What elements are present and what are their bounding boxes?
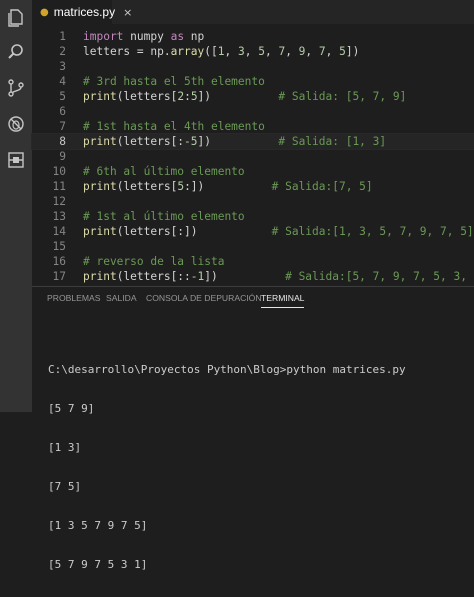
code-text: # 6th al último elemento [83,165,245,178]
code-text: # 1st hasta el 4th elemento [83,120,265,133]
line-number: 11 [52,180,66,193]
terminal-output[interactable]: C:\desarrollo\Proyectos Python\Blog>pyth… [48,337,406,597]
code-text: print(letters[:]) # Salida:[1, 3, 5, 7, … [83,225,474,238]
line-number: 5 [59,90,66,103]
extensions-icon[interactable] [4,148,28,172]
code-line[interactable]: 4 # 3rd hasta el 5th elemento [32,74,474,89]
code-line[interactable]: 9 [32,149,474,164]
python-file-icon: ● [40,6,49,18]
code-line[interactable]: 16 # reverso de la lista [32,254,474,269]
terminal-line: [5 7 9] [48,402,95,415]
code-line[interactable]: 15 [32,239,474,254]
search-icon[interactable] [4,40,28,64]
terminal-line: [7 5] [48,480,82,493]
line-number: 16 [52,255,66,268]
code-line[interactable]: 12 [32,194,474,209]
code-text: import numpy as np [83,30,205,43]
debug-icon[interactable] [4,112,28,136]
code-text: # 3rd hasta el 5th elemento [83,75,265,88]
source-control-icon[interactable] [4,76,28,100]
code-text: letters = np.array([1, 3, 5, 7, 9, 7, 5]… [83,45,360,58]
line-number: 4 [59,75,66,88]
tab-terminal[interactable]: TERMINAL [261,293,305,308]
line-number: 14 [52,225,66,238]
line-number: 6 [59,105,66,118]
editor-tab-bar: ● matrices.py × [32,0,474,24]
code-line[interactable]: 10 # 6th al último elemento [32,164,474,179]
terminal-line: C:\desarrollo\Proyectos Python\Blog>pyth… [48,363,406,376]
code-text: # reverso de la lista [83,255,225,268]
code-line[interactable]: 5 print(letters[2:5]) # Salida: [5, 7, 9] [32,89,474,104]
vscode-window: ● matrices.py × 1 import numpy as np 2 lett… [0,0,474,571]
line-number: 10 [52,165,66,178]
line-number: 2 [59,45,66,58]
code-line[interactable]: 13 # 1st al último elemento [32,209,474,224]
line-number: 7 [59,120,66,133]
code-line[interactable]: 7 # 1st hasta el 4th elemento [32,119,474,134]
code-line[interactable]: 14 print(letters[:]) # Salida:[1, 3, 5, 7… [32,224,474,239]
tab-problemas[interactable]: PROBLEMAS [47,293,101,303]
code-line[interactable]: 3 [32,59,474,74]
line-number: 13 [52,210,66,223]
code-text: print(letters[:-5]) # Salida: [1, 3] [83,135,387,148]
terminal-line: [5 7 9 7 5 3 1] [48,558,148,571]
terminal-line: [1 3] [48,441,82,454]
bottom-panel: PROBLEMAS SALIDA CONSOLA DE DEPURACIÓN T… [32,286,474,571]
tab-filename: matrices.py [53,5,116,19]
code-text: print(letters[2:5]) # Salida: [5, 7, 9] [83,90,407,103]
line-number: 17 [52,270,66,283]
explorer-icon[interactable] [4,6,28,30]
code-line[interactable]: 11 print(letters[5:]) # Salida:[7, 5] [32,179,474,194]
tab-consola-depuracion[interactable]: CONSOLA DE DEPURACIÓN [146,293,262,303]
line-number: 8 [59,135,66,148]
tab-salida[interactable]: SALIDA [106,293,137,303]
code-line[interactable]: 8 print(letters[:-5]) # Salida: [1, 3] [31,133,474,150]
code-line[interactable]: 17 print(letters[::-1]) # Salida:[5, 7, 9… [32,269,474,284]
tab-matrices-py[interactable]: ● matrices.py × [32,0,132,24]
close-icon[interactable]: × [123,6,132,19]
code-text: # 1st al último elemento [83,210,245,223]
line-number: 12 [52,195,66,208]
line-number: 1 [59,30,66,43]
line-number: 9 [59,150,66,163]
activity-bar [0,0,32,412]
code-line[interactable]: 1 import numpy as np [32,29,474,44]
code-line[interactable]: 2 letters = np.array([1, 3, 5, 7, 9, 7, 5… [32,44,474,59]
line-number: 3 [59,60,66,73]
code-line[interactable]: 6 [32,104,474,119]
code-text: print(letters[::-1]) # Salida:[5, 7, 9, … [83,270,474,283]
code-text: print(letters[5:]) # Salida:[7, 5] [83,180,373,193]
line-number: 15 [52,240,66,253]
terminal-line: [1 3 5 7 9 7 5] [48,519,148,532]
code-editor[interactable]: 1 import numpy as np 2 letters = np.array([… [31,24,474,286]
